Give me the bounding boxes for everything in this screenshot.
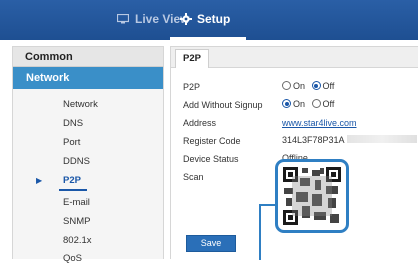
sidebar-item-dns[interactable]: DNS [13,114,163,133]
register-code-label: Register Code [183,136,241,146]
pointer-line-horizontal [260,204,276,206]
register-code-value-wrap: 314L3F78P31A [282,135,417,145]
radio-checked-icon [282,99,291,108]
sidebar-item-snmp[interactable]: SNMP [13,212,163,231]
radio-checked-icon [311,81,321,90]
active-item-underline [59,189,87,191]
add-without-signup-label: Add Without Signup [183,100,263,110]
sidebar-section-network[interactable]: Network [13,67,163,89]
active-tab-indicator [170,37,246,40]
p2p-off-radio[interactable]: Off [311,81,334,91]
tab-setup-label: Setup [197,12,231,26]
address-value-wrap: www.star4live.com [282,118,357,128]
add-without-signup-off-radio[interactable]: Off [311,99,334,109]
device-status-label: Device Status [183,154,239,164]
p2p-label: P2P [183,82,201,92]
scan-label: Scan [183,172,204,182]
p2p-settings-panel: P2P P2P On Off Add Without Signup On Off… [170,46,418,260]
radio-unchecked-icon [311,99,321,108]
add-without-signup-radio-group: On Off [282,99,338,109]
pointer-line-vertical [259,204,261,260]
settings-sidebar: Common Network Network DNS Port DDNS ▶ P… [12,46,164,264]
sidebar-item-p2p[interactable]: ▶ P2P [13,171,163,190]
radio-unchecked-icon [282,81,291,90]
gear-icon [180,13,192,25]
p2p-radio-group: On Off [282,81,338,91]
tab-setup[interactable]: Setup [180,12,230,26]
sidebar-section-common[interactable]: Common [13,47,163,67]
sidebar-item-port[interactable]: Port [13,133,163,152]
tab-p2p[interactable]: P2P [175,49,209,68]
register-code-value: 314L3F78P31A [282,135,345,145]
address-link[interactable]: www.star4live.com [282,118,357,128]
p2p-on-radio[interactable]: On [282,81,308,91]
qr-code-icon [282,166,342,226]
add-without-signup-on-radio[interactable]: On [282,99,308,109]
panel-tab-bar: P2P [171,47,418,68]
qr-code-frame [275,159,349,233]
redacted-mask [346,135,417,143]
sidebar-item-qos[interactable]: QoS [13,249,163,268]
save-button[interactable]: Save [186,235,236,252]
sidebar-item-email[interactable]: E-mail [13,193,163,212]
sidebar-item-network[interactable]: Network [13,95,163,114]
sidebar-item-ddns[interactable]: DDNS [13,152,163,171]
tab-live-view[interactable]: Live View [117,12,189,26]
monitor-icon [117,14,129,24]
top-navigation-bar: Live View Setup [0,0,418,40]
address-label: Address [183,118,217,128]
chevron-right-icon: ▶ [36,176,43,185]
sidebar-item-8021x[interactable]: 802.1x [13,231,163,250]
